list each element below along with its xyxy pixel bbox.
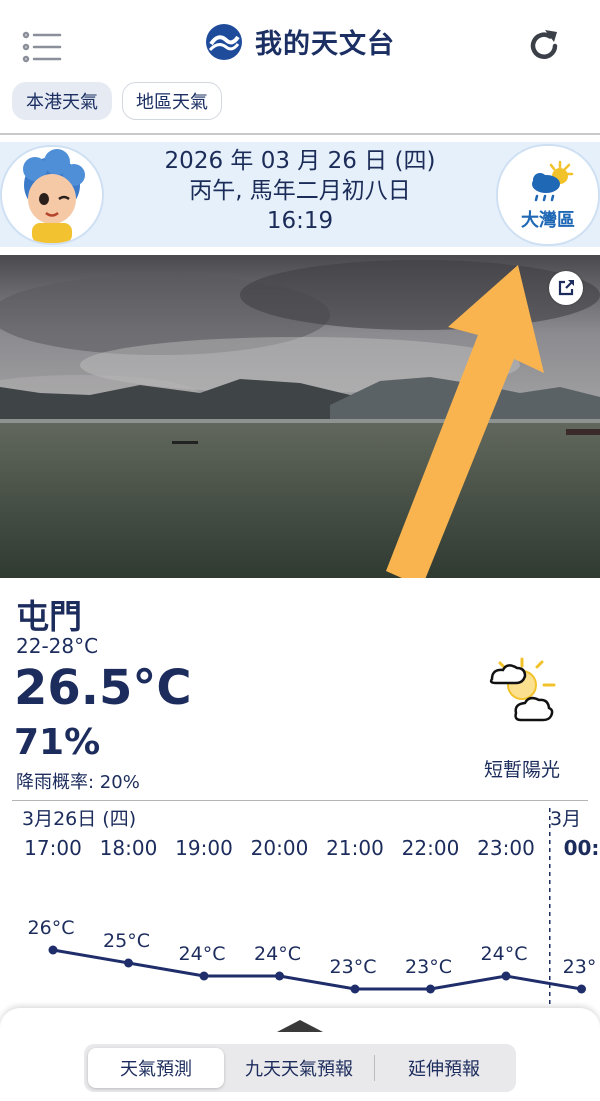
temperature-label: 23°	[563, 956, 597, 978]
current-humidity: 71%	[14, 722, 101, 763]
temperature-label: 23°C	[405, 956, 452, 978]
weather-description: 短暫陽光	[483, 759, 560, 781]
hko-logo-icon	[206, 23, 242, 60]
hourly-temperature-chart: 26°C 25°C 24°C 24°C 23°C 23°C 24°C 23°	[28, 808, 597, 1005]
title-bar: 我的天文台	[0, 22, 600, 72]
tab-hong-kong[interactable]: 本港天氣	[12, 82, 112, 120]
forecast-segmented-control: 天氣預測 九天天氣預報 延伸預報	[84, 1044, 516, 1092]
temperature-label: 23°C	[330, 956, 377, 978]
hourly-time-label: 22:00	[401, 836, 460, 860]
gba-label: 大灣區	[521, 210, 575, 231]
current-time: 16:19	[266, 208, 334, 234]
tab-nine-day-forecast[interactable]: 九天天氣預報	[224, 1048, 374, 1088]
hourly-time-label: 00:	[563, 836, 600, 860]
temperature-point	[124, 958, 133, 968]
temperature-label: 25°C	[103, 930, 150, 952]
sunny-periods-icon	[489, 657, 556, 722]
rain-sun-icon	[532, 160, 574, 202]
hourly-time-label: 21:00	[326, 836, 384, 860]
header-divider	[0, 133, 600, 135]
tab-extended-forecast[interactable]: 延伸預報	[375, 1048, 513, 1088]
gba-button[interactable]: 大灣區	[496, 144, 600, 246]
temperature-point	[275, 971, 284, 981]
temperature-point	[501, 971, 511, 981]
bottom-sheet: 天氣預測 九天天氣預報 延伸預報	[0, 1008, 600, 1101]
mascot-avatar[interactable]	[0, 145, 104, 245]
region-tabs: 本港天氣 地區天氣	[12, 82, 222, 120]
rain-probability: 降雨概率: 20%	[16, 772, 140, 793]
hourly-time-label: 23:00	[477, 836, 535, 860]
hourly-forecast[interactable]: 3月26日 (四) 3月 26°C 25°C 24°C 24°C 23°C 23°C 24°…	[0, 800, 600, 1010]
temperature-label: 24°C	[254, 943, 301, 965]
hourly-time-label: 17:00	[24, 836, 82, 860]
temperature-label: 24°C	[179, 943, 226, 965]
temperature-label: 26°C	[28, 917, 75, 939]
hourly-time-label: 20:00	[250, 836, 309, 860]
temperature-point	[48, 945, 58, 955]
refresh-icon[interactable]	[524, 26, 564, 66]
open-external-button[interactable]	[549, 271, 583, 305]
webcam-image[interactable]	[0, 255, 600, 578]
gregorian-date: 2026 年 03 月 26 日 (四)	[164, 148, 436, 174]
open-external-icon	[558, 280, 574, 296]
temperature-point	[350, 984, 360, 994]
temperature-point	[426, 984, 435, 994]
temperature-label: 24°C	[481, 943, 528, 965]
temperature-point	[577, 984, 586, 994]
hourly-time-label: 19:00	[175, 836, 233, 860]
app-header: 我的天文台	[0, 0, 600, 80]
date-info: 2026 年 03 月 26 日 (四) 丙午, 馬年二月初八日 16:19	[110, 146, 490, 236]
lunar-date: 丙午, 馬年二月初八日	[189, 178, 411, 204]
tab-weather-forecast[interactable]: 天氣預測	[88, 1048, 224, 1088]
mascot-icon	[23, 149, 85, 243]
hourly-time-label: 18:00	[99, 836, 158, 860]
app-title: 我的天文台	[255, 29, 395, 60]
current-temperature: 26.5°C	[14, 660, 192, 716]
location-name[interactable]: 屯門	[16, 590, 82, 638]
temperature-point	[199, 971, 209, 981]
temperature-range: 22-28°C	[16, 634, 99, 658]
tab-district[interactable]: 地區天氣	[122, 82, 222, 120]
sheet-handle-icon[interactable]	[277, 1018, 323, 1032]
